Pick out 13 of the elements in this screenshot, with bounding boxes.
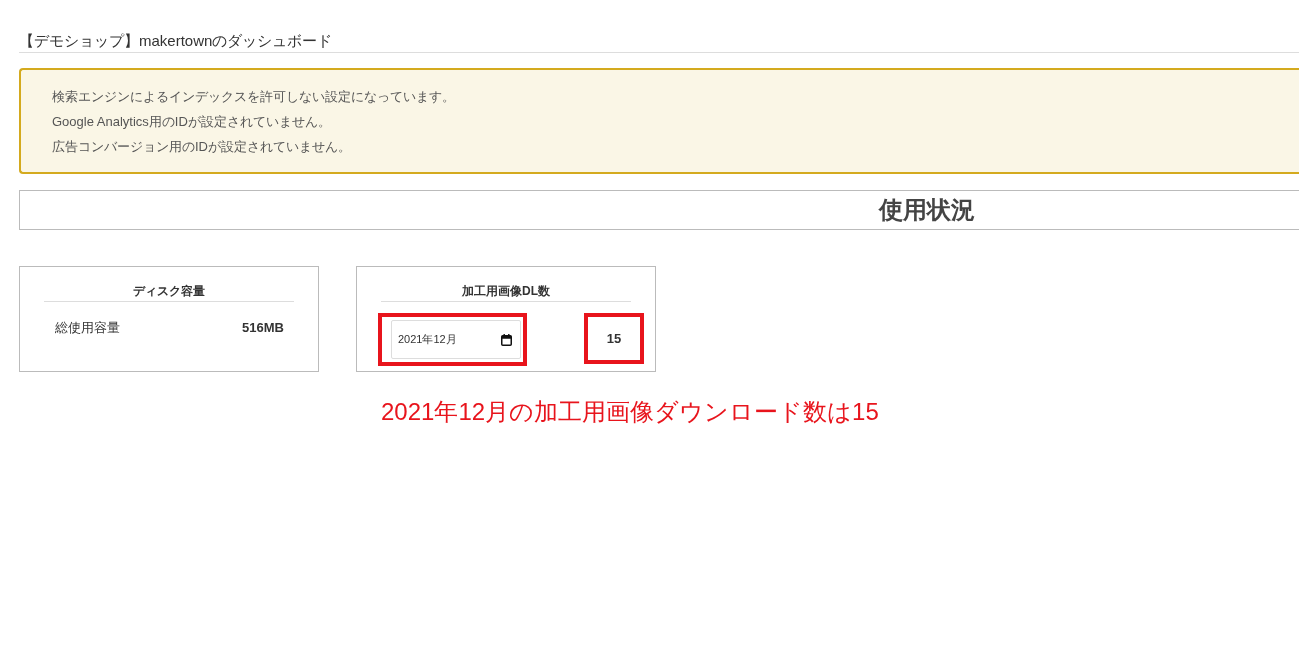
alert-message: 広告コンバージョン用のIDが設定されていません。 xyxy=(52,139,351,154)
alert-message: 検索エンジンによるインデックスを許可しない設定になっています。 xyxy=(52,89,455,104)
page-title: 【デモショップ】makertownのダッシュボード xyxy=(19,31,334,51)
usage-value: 516MB xyxy=(242,319,284,337)
annotation-caption: 2021年12月の加工用画像ダウンロード数は15 xyxy=(381,398,879,425)
calendar-icon[interactable] xyxy=(501,333,512,346)
panel-title: ディスク容量 xyxy=(133,284,205,298)
alert-message: Google Analytics用のIDが設定されていません。 xyxy=(52,114,331,129)
usage-label: 総使用容量 xyxy=(55,319,120,337)
section-title: 使用状況 xyxy=(879,195,975,225)
panel-title: 加工用画像DL数 xyxy=(462,284,550,298)
month-field[interactable]: 2021年12月 xyxy=(391,320,521,359)
download-count: 15 xyxy=(606,330,622,347)
